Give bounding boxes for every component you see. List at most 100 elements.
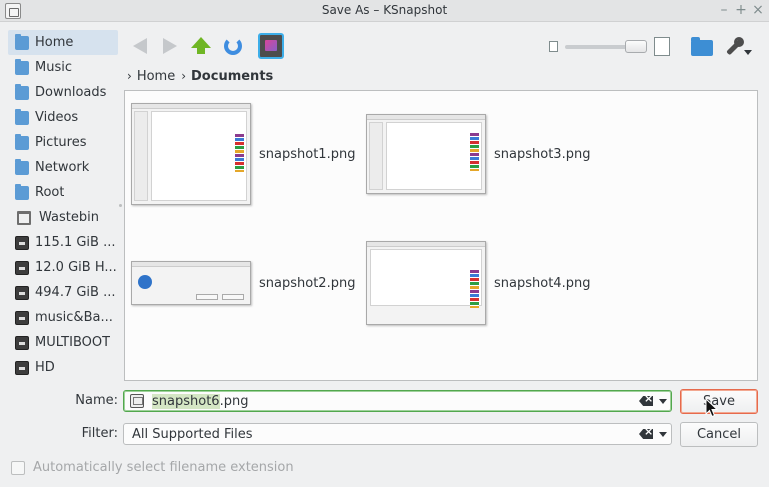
sidebar-item-label: Root bbox=[35, 185, 65, 200]
network-folder-icon bbox=[15, 158, 29, 175]
close-icon[interactable]: × bbox=[750, 2, 766, 18]
drive-icon bbox=[15, 335, 29, 350]
pictures-folder-icon bbox=[15, 133, 29, 150]
title-bar: Save As – KSnapshot – + × bbox=[0, 0, 769, 22]
sidebar-item-label: music&Ba... bbox=[35, 310, 113, 325]
sidebar-item-music[interactable]: Music bbox=[8, 55, 118, 80]
maximize-icon[interactable]: + bbox=[733, 2, 749, 18]
name-label: Name: bbox=[75, 393, 118, 408]
file-name: snapshot1.png bbox=[259, 146, 356, 162]
drive-icon bbox=[15, 235, 29, 250]
sidebar-item-label: MULTIBOOT bbox=[35, 335, 111, 350]
music-folder-icon bbox=[15, 58, 29, 75]
file-view[interactable]: snapshot1.png snapshot3.png snapshot2.pn… bbox=[124, 90, 758, 381]
chevron-down-icon[interactable] bbox=[659, 432, 667, 437]
up-button[interactable] bbox=[188, 33, 214, 59]
arrow-left-icon bbox=[133, 38, 147, 54]
file-name: snapshot3.png bbox=[494, 146, 591, 162]
places-sidebar: Home Music Downloads Videos Pictures Net… bbox=[8, 30, 118, 380]
breadcrumb-documents[interactable]: Documents bbox=[191, 69, 273, 84]
filename-input[interactable]: snapshot6.png bbox=[152, 393, 249, 409]
sidebar-item-label: Downloads bbox=[35, 85, 107, 100]
reload-button[interactable] bbox=[220, 33, 246, 59]
auto-extension-label: Automatically select filename extension bbox=[33, 460, 294, 475]
chevron-down-icon bbox=[744, 50, 752, 55]
sidebar-item-label: 494.7 GiB ... bbox=[35, 285, 116, 300]
sidebar-item-hd[interactable]: HD bbox=[8, 355, 118, 380]
filename-selected-text: snapshot6 bbox=[152, 393, 220, 409]
new-folder-icon[interactable] bbox=[691, 37, 713, 56]
file-thumbnail bbox=[131, 261, 251, 305]
filename-combo[interactable]: snapshot6.png bbox=[123, 390, 672, 412]
breadcrumb-home[interactable]: Home bbox=[137, 69, 175, 84]
file-item[interactable]: snapshot1.png bbox=[131, 103, 355, 205]
file-thumbnail bbox=[366, 114, 486, 194]
cancel-button[interactable]: Cancel bbox=[680, 422, 758, 447]
options-menu-button[interactable] bbox=[723, 36, 753, 60]
clear-icon[interactable] bbox=[639, 429, 653, 439]
file-name: snapshot2.png bbox=[259, 275, 356, 291]
sidebar-item-drive-music[interactable]: music&Ba... bbox=[8, 305, 118, 330]
drive-icon bbox=[15, 285, 29, 300]
file-thumbnail bbox=[366, 241, 486, 325]
forward-button[interactable] bbox=[157, 33, 183, 59]
preview-toggle-button[interactable] bbox=[258, 33, 284, 59]
auto-extension-checkbox[interactable] bbox=[11, 461, 25, 475]
sidebar-item-drive-494[interactable]: 494.7 GiB ... bbox=[8, 280, 118, 305]
sidebar-item-home[interactable]: Home bbox=[8, 30, 118, 55]
zoom-out-icon bbox=[549, 41, 558, 52]
breadcrumb-separator: › bbox=[181, 69, 187, 83]
filter-combo[interactable]: All Supported Files bbox=[123, 423, 672, 445]
file-thumbnail bbox=[131, 103, 251, 205]
sidebar-item-label: HD bbox=[35, 360, 55, 375]
minimize-icon[interactable]: – bbox=[716, 2, 732, 18]
zoom-slider-handle[interactable] bbox=[625, 40, 647, 53]
sidebar-item-label: Wastebin bbox=[39, 210, 99, 225]
drive-icon bbox=[15, 260, 29, 275]
sidebar-item-label: Pictures bbox=[35, 135, 87, 150]
sidebar-item-wastebin[interactable]: Wastebin bbox=[8, 205, 118, 230]
sidebar-item-label: Music bbox=[35, 60, 72, 75]
toolbar bbox=[125, 33, 765, 61]
filter-value: All Supported Files bbox=[132, 426, 253, 442]
window-title: Save As – KSnapshot bbox=[321, 3, 448, 17]
breadcrumb-separator: › bbox=[127, 69, 132, 83]
sidebar-item-label: 115.1 GiB ... bbox=[35, 235, 116, 250]
sidebar-item-drive-12[interactable]: 12.0 GiB H... bbox=[8, 255, 118, 280]
sidebar-item-label: Network bbox=[35, 160, 90, 175]
chevron-down-icon[interactable] bbox=[659, 399, 667, 404]
sidebar-item-pictures[interactable]: Pictures bbox=[8, 130, 118, 155]
arrow-right-icon bbox=[163, 38, 177, 54]
mouse-cursor-icon bbox=[705, 398, 719, 418]
sidebar-item-network[interactable]: Network bbox=[8, 155, 118, 180]
zoom-in-icon bbox=[654, 37, 670, 56]
sidebar-item-root[interactable]: Root bbox=[8, 180, 118, 205]
file-item[interactable]: snapshot2.png bbox=[131, 261, 355, 305]
videos-folder-icon bbox=[15, 108, 29, 125]
sidebar-item-downloads[interactable]: Downloads bbox=[8, 80, 118, 105]
breadcrumb: › Home › Documents bbox=[127, 67, 279, 85]
file-name: snapshot4.png bbox=[494, 275, 591, 291]
sidebar-item-drive-115[interactable]: 115.1 GiB ... bbox=[8, 230, 118, 255]
sidebar-item-label: Home bbox=[35, 35, 74, 50]
sidebar-item-videos[interactable]: Videos bbox=[8, 105, 118, 130]
home-icon bbox=[15, 33, 29, 50]
sidebar-item-multiboot[interactable]: MULTIBOOT bbox=[8, 330, 118, 355]
drive-icon bbox=[15, 360, 29, 375]
back-button[interactable] bbox=[129, 33, 155, 59]
root-folder-icon bbox=[15, 183, 29, 200]
save-button[interactable]: Save bbox=[680, 389, 758, 414]
sidebar-item-label: Videos bbox=[35, 110, 79, 125]
file-item[interactable]: snapshot3.png bbox=[366, 114, 590, 194]
reload-icon bbox=[224, 37, 242, 55]
document-icon bbox=[130, 394, 144, 408]
file-item[interactable]: snapshot4.png bbox=[366, 241, 590, 325]
downloads-folder-icon bbox=[15, 83, 29, 100]
sidebar-item-label: 12.0 GiB H... bbox=[35, 260, 117, 275]
clear-icon[interactable] bbox=[639, 396, 653, 406]
trash-icon bbox=[17, 210, 31, 225]
filter-label: Filter: bbox=[81, 426, 118, 441]
filename-extension-text: .png bbox=[219, 393, 249, 409]
drive-icon bbox=[15, 310, 29, 325]
splitter-handle[interactable] bbox=[119, 204, 122, 207]
